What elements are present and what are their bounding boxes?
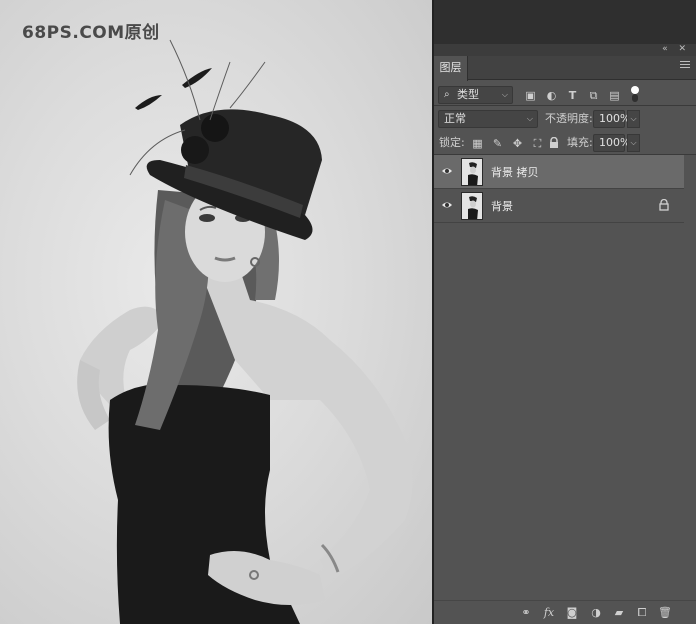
filter-shape-icon[interactable]: ⧉ (587, 89, 600, 102)
opacity-value: 100% (599, 112, 631, 125)
chevron-down-icon: ⌵ (526, 114, 533, 123)
portrait-photo (77, 39, 413, 624)
eye-icon[interactable] (441, 199, 453, 211)
lock-position-icon[interactable]: ✥ (511, 137, 524, 150)
link-layers-icon[interactable]: ⚭ (519, 606, 533, 620)
fx-icon[interactable]: fx (542, 606, 556, 620)
blend-mode-select[interactable]: 正常 ⌵ (438, 110, 538, 128)
layer-row-background[interactable]: 背景 (434, 189, 684, 223)
watermark-text: 68PS.COM原创 (22, 23, 160, 43)
panel-dock-empty-area (432, 0, 696, 44)
layer-thumbnail (461, 192, 483, 220)
layer-row-background-copy[interactable]: 背景 拷贝 (434, 155, 684, 189)
fill-slider-button[interactable]: ⌵ (627, 134, 640, 152)
panel-header-bar: « ✕ (434, 44, 696, 56)
filter-type-icon[interactable]: T (566, 89, 579, 102)
lock-all-icon[interactable] (547, 136, 560, 150)
tab-layers[interactable]: 图层 (434, 56, 468, 81)
document-canvas[interactable]: 68PS.COM原创 (0, 0, 432, 624)
opacity-label: 不透明度: (545, 112, 593, 125)
lock-icon (659, 198, 669, 211)
blend-row: 正常 ⌵ 不透明度: 100% ⌵ (434, 107, 696, 131)
blend-mode-value: 正常 (444, 112, 466, 125)
collapse-close-icons[interactable]: « ✕ (662, 44, 690, 54)
opacity-slider-button[interactable]: ⌵ (627, 110, 640, 128)
chevron-down-icon: ⌵ (501, 90, 508, 99)
filter-smart-object-icon[interactable]: ▤ (608, 89, 621, 102)
lock-row: 锁定: ▦ ✎ ✥ ⛶ 填充: 100% ⌵ (434, 131, 696, 155)
fill-input[interactable]: 100% (593, 134, 630, 152)
filter-kind-select[interactable]: ⌕ 类型 ⌵ (438, 86, 513, 104)
layer-name: 背景 拷贝 (491, 166, 539, 179)
lock-transparent-pixels-icon[interactable]: ▦ (471, 137, 484, 150)
layer-name: 背景 (491, 200, 513, 213)
filter-adjustment-icon[interactable]: ◐ (545, 89, 558, 102)
separator (434, 105, 696, 106)
opacity-input[interactable]: 100% (593, 110, 630, 128)
fill-value: 100% (599, 136, 631, 149)
filter-row: ⌕ 类型 ⌵ ▣ ◐ T ⧉ ▤ (434, 82, 696, 106)
layers-panel: « ✕ 图层 ⌕ 类型 ⌵ ▣ ◐ T ⧉ ▤ 正常 ⌵ 不透明度: 100% … (434, 44, 696, 624)
layer-thumbnail (461, 158, 483, 186)
search-icon: ⌕ (444, 89, 450, 100)
filter-kind-value: 类型 (457, 88, 479, 101)
layers-panel-footer: ⚭ fx ◙ ◑ ▰ ⧠ 🗑 (434, 600, 696, 624)
add-mask-icon[interactable]: ◙ (565, 606, 579, 620)
new-adjustment-layer-icon[interactable]: ◑ (589, 606, 603, 620)
trash-icon[interactable]: 🗑 (658, 606, 672, 620)
filter-pixel-icon[interactable]: ▣ (524, 89, 537, 102)
lock-label: 锁定: (439, 136, 465, 149)
panel-menu-icon[interactable] (680, 61, 690, 73)
fill-label: 填充: (567, 136, 593, 149)
filter-toggle-icon[interactable] (630, 85, 640, 102)
eye-icon[interactable] (441, 165, 453, 177)
new-group-folder-icon[interactable]: ▰ (612, 606, 626, 620)
lock-artboard-icon[interactable]: ⛶ (531, 137, 544, 150)
new-layer-icon[interactable]: ⧠ (635, 606, 649, 620)
lock-image-pixels-icon[interactable]: ✎ (491, 137, 504, 150)
panel-tab-bar: 图层 (434, 56, 696, 81)
